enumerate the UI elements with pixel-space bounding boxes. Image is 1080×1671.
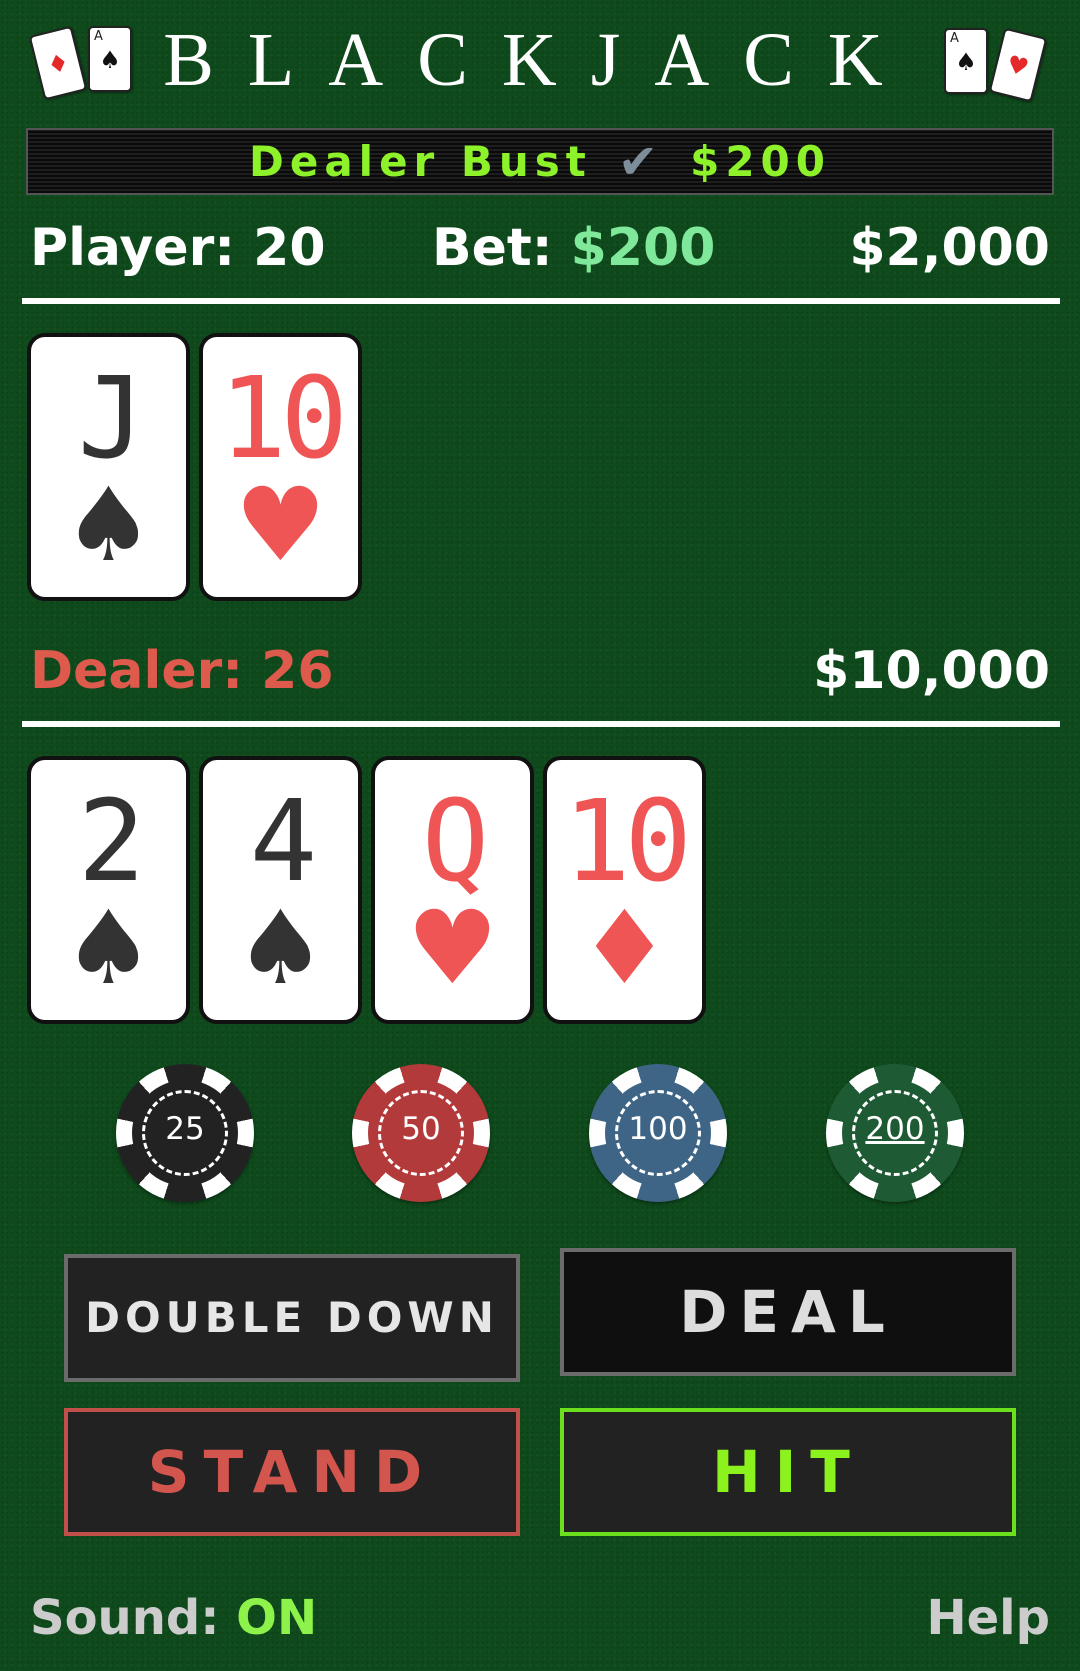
- chip-100-button[interactable]: 100: [589, 1064, 727, 1202]
- result-banner: Dealer Bust ✔ $200: [26, 128, 1054, 195]
- sound-value: ON: [236, 1590, 318, 1646]
- help-link[interactable]: Help: [926, 1594, 1050, 1642]
- card-rank: 2: [77, 777, 145, 907]
- header-card-right-2: ♥: [988, 27, 1048, 103]
- heart-icon: ♥: [234, 466, 327, 585]
- chip-50-button[interactable]: 50: [352, 1064, 490, 1202]
- heart-icon: ♥: [1003, 49, 1032, 83]
- dealer-card: 4 ♠: [199, 756, 362, 1024]
- player-bankroll: $2,000: [849, 218, 1050, 278]
- spade-icon: ♠: [62, 889, 155, 1008]
- chip-value: 200: [865, 1111, 925, 1147]
- chip-25-button[interactable]: 25: [116, 1064, 254, 1202]
- header-card-right-1: A ♠: [944, 28, 988, 94]
- dealer-card: 2 ♠: [27, 756, 190, 1024]
- spade-icon: ♠: [234, 889, 327, 1008]
- chip-value: 50: [401, 1111, 441, 1147]
- dealer-divider: [22, 721, 1060, 727]
- heart-icon: ♥: [406, 889, 499, 1008]
- bet-label: Bet:: [432, 218, 571, 278]
- stand-button[interactable]: STAND: [64, 1408, 520, 1536]
- sound-toggle[interactable]: Sound: ON: [30, 1594, 317, 1642]
- dealer-card: 10 ♦: [543, 756, 706, 1024]
- card-rank: 10: [219, 354, 348, 484]
- player-divider: [22, 298, 1060, 304]
- diamond-icon: ♦: [578, 889, 671, 1008]
- result-text: Dealer Bust: [248, 137, 592, 186]
- deal-button[interactable]: DEAL: [560, 1248, 1016, 1376]
- spade-icon: ♠: [62, 466, 155, 585]
- page-title: BLACKJACK: [163, 18, 917, 102]
- card-rank: 4: [249, 777, 317, 907]
- bet-amount: $200: [570, 218, 716, 278]
- card-rank: Q: [421, 777, 489, 907]
- chip-200-button[interactable]: 200: [826, 1064, 964, 1202]
- double-down-button[interactable]: DOUBLE DOWN: [64, 1254, 520, 1382]
- hit-button[interactable]: HIT: [560, 1408, 1016, 1536]
- spade-icon: ♠: [955, 48, 977, 76]
- player-card: J ♠: [27, 333, 190, 601]
- bet-display: Bet: $200: [432, 222, 715, 274]
- card-rank: 10: [563, 777, 692, 907]
- result-amount: $200: [690, 137, 832, 186]
- dealer-score: Dealer: 26: [30, 641, 334, 701]
- sound-label: Sound:: [30, 1590, 237, 1646]
- diamond-icon: ♦: [44, 47, 73, 81]
- player-score: Player: 20: [30, 218, 326, 278]
- checkmark-icon: ✔: [617, 133, 665, 190]
- header: ♦ A ♠ BLACKJACK A ♠ ♥: [0, 0, 1080, 125]
- header-card-rank: A: [950, 31, 959, 46]
- header-card-rank: A: [94, 29, 103, 44]
- player-card: 10 ♥: [199, 333, 362, 601]
- spade-icon: ♠: [99, 46, 121, 74]
- chip-value: 25: [165, 1111, 205, 1147]
- header-card-left-2: A ♠: [88, 26, 132, 92]
- chip-value: 100: [628, 1111, 688, 1147]
- dealer-card: Q ♥: [371, 756, 534, 1024]
- header-card-left-1: ♦: [28, 25, 88, 101]
- card-rank: J: [77, 354, 145, 484]
- dealer-bankroll: $10,000: [813, 641, 1050, 701]
